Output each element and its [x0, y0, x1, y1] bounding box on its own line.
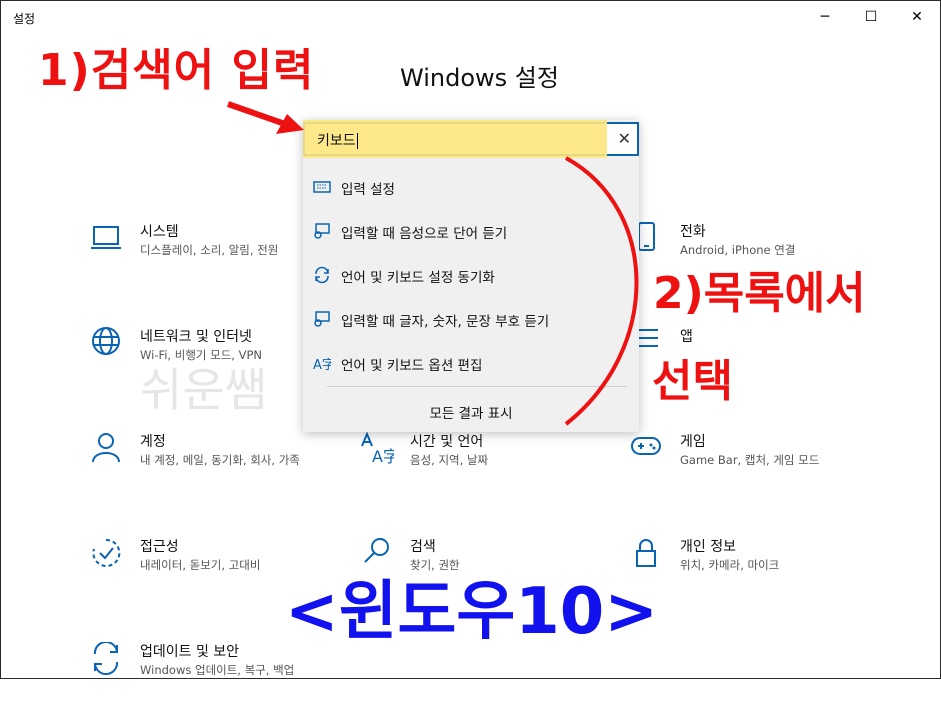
annotation-step2-select: 선택	[652, 356, 733, 407]
annotation-step2: 2)목록에서	[653, 268, 866, 319]
red-arrow-shaft	[227, 101, 286, 127]
red-curve	[564, 156, 639, 426]
annotation-footer: <윈도우10>	[285, 575, 658, 649]
annotation-step1: 1)검색어 입력	[38, 45, 315, 96]
